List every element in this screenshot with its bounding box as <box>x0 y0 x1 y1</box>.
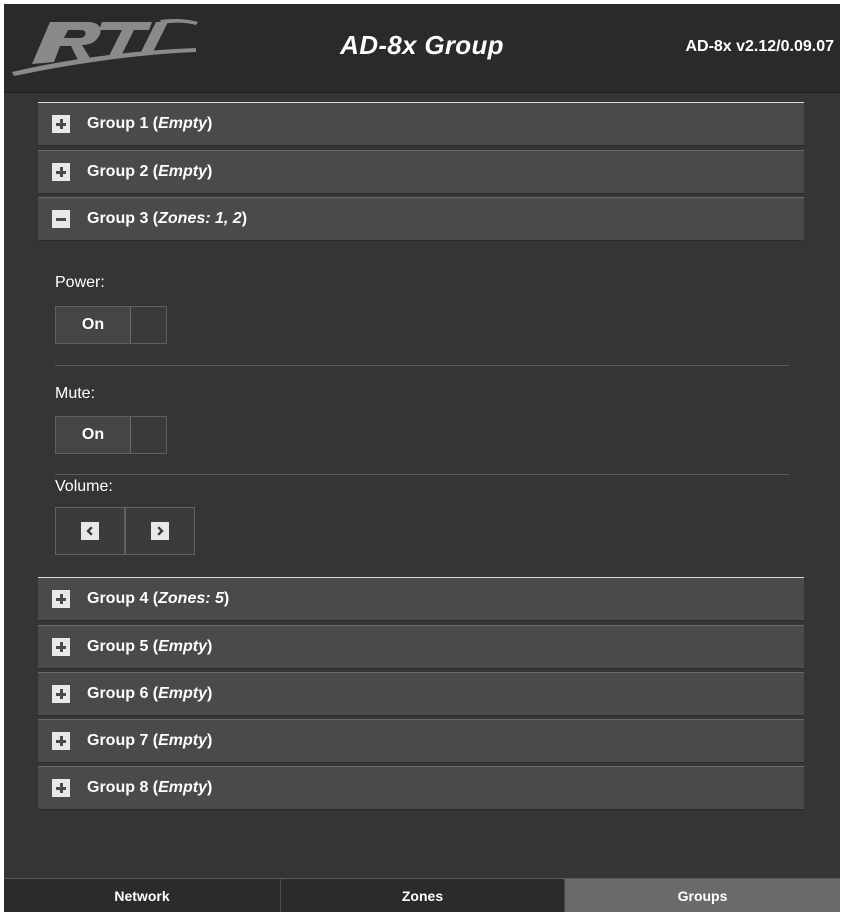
divider <box>55 365 789 366</box>
group-4-header[interactable]: Group 4 (Zones: 5) <box>38 577 804 621</box>
plus-icon[interactable] <box>52 638 70 656</box>
group-2-header[interactable]: Group 2 (Empty) <box>38 150 804 194</box>
group-3-label: Group 3 (Zones: 1, 2) <box>87 210 248 227</box>
chevron-left-icon <box>81 522 99 540</box>
plus-icon[interactable] <box>52 163 70 181</box>
power-toggle-knob[interactable] <box>130 307 166 343</box>
tab-groups[interactable]: Groups <box>564 879 840 912</box>
chevron-right-icon <box>151 522 169 540</box>
group-5-header[interactable]: Group 5 (Empty) <box>38 625 804 669</box>
app-window: AD-8x Group AD-8x v2.12/0.09.07 Group 1 … <box>4 4 840 912</box>
mute-toggle-value: On <box>56 417 130 453</box>
group-8-header[interactable]: Group 8 (Empty) <box>38 766 804 810</box>
group-2-label: Group 2 (Empty) <box>87 163 213 180</box>
minus-icon[interactable] <box>52 210 70 228</box>
group-8-label: Group 8 (Empty) <box>87 779 213 796</box>
group-6-header[interactable]: Group 6 (Empty) <box>38 672 804 716</box>
group-1-label: Group 1 (Empty) <box>87 115 213 132</box>
bottom-tab-bar: Network Zones Groups <box>4 878 840 912</box>
mute-toggle-knob[interactable] <box>130 417 166 453</box>
plus-icon[interactable] <box>52 779 70 797</box>
volume-label: Volume: <box>55 478 113 495</box>
tab-network[interactable]: Network <box>4 879 280 912</box>
group-7-label: Group 7 (Empty) <box>87 732 213 749</box>
group-3-header[interactable]: Group 3 (Zones: 1, 2) <box>38 197 804 241</box>
version-label: AD-8x v2.12/0.09.07 <box>685 38 834 55</box>
power-toggle-value: On <box>56 307 130 343</box>
power-label: Power: <box>55 274 105 291</box>
tab-zones[interactable]: Zones <box>280 879 564 912</box>
plus-icon[interactable] <box>52 685 70 703</box>
group-7-header[interactable]: Group 7 (Empty) <box>38 719 804 763</box>
plus-icon[interactable] <box>52 732 70 750</box>
plus-icon[interactable] <box>52 115 70 133</box>
group-4-label: Group 4 (Zones: 5) <box>87 590 230 607</box>
mute-label: Mute: <box>55 385 96 402</box>
mute-toggle[interactable]: On <box>55 416 167 454</box>
power-toggle[interactable]: On <box>55 306 167 344</box>
volume-up-button[interactable] <box>125 507 195 555</box>
plus-icon[interactable] <box>52 590 70 608</box>
group-5-label: Group 5 (Empty) <box>87 638 213 655</box>
header-bar: AD-8x Group AD-8x v2.12/0.09.07 <box>4 4 840 93</box>
divider <box>55 474 789 475</box>
volume-down-button[interactable] <box>55 507 125 555</box>
group-6-label: Group 6 (Empty) <box>87 685 213 702</box>
group-1-header[interactable]: Group 1 (Empty) <box>38 102 804 146</box>
